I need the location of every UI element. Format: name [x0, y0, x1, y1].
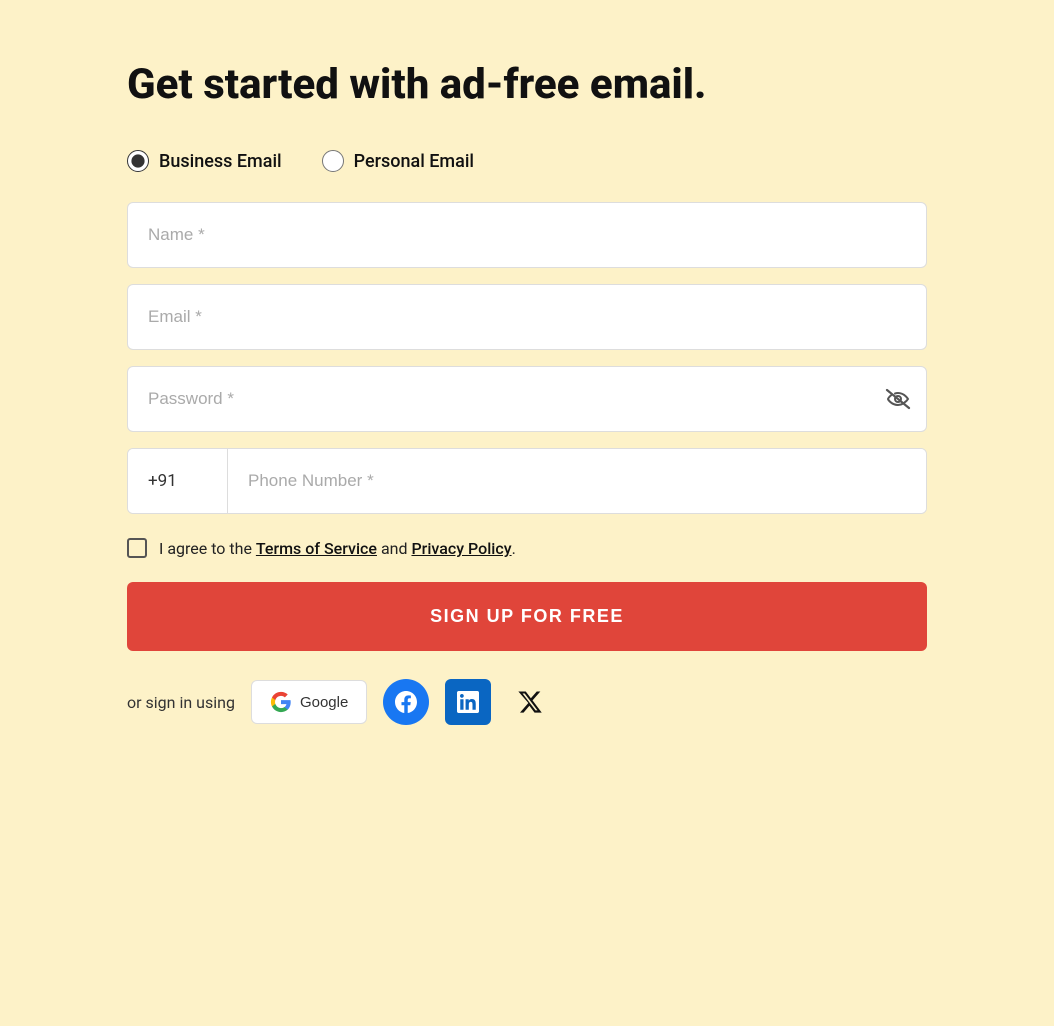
social-signin-text: or sign in using: [127, 693, 235, 712]
password-input[interactable]: [127, 366, 927, 432]
privacy-policy-link[interactable]: Privacy Policy: [411, 539, 511, 558]
toggle-password-icon[interactable]: [885, 388, 911, 410]
twitter-x-icon: [517, 689, 543, 715]
personal-email-label: Personal Email: [354, 151, 474, 172]
form-fields: +91: [127, 202, 927, 514]
phone-input[interactable]: [228, 449, 926, 513]
email-input[interactable]: [127, 284, 927, 350]
personal-email-option[interactable]: Personal Email: [322, 150, 474, 172]
signup-form-container: Get started with ad-free email. Business…: [127, 60, 927, 725]
google-signin-button[interactable]: Google: [251, 680, 367, 724]
business-email-option[interactable]: Business Email: [127, 150, 282, 172]
google-label: Google: [300, 694, 348, 711]
terms-text: I agree to the Terms of Service and Priv…: [159, 539, 516, 558]
social-signin-section: or sign in using Google: [127, 679, 927, 725]
phone-country-code: +91: [128, 449, 228, 513]
password-wrapper: [127, 366, 927, 432]
terms-of-service-link[interactable]: Terms of Service: [256, 539, 377, 558]
phone-row: +91: [127, 448, 927, 514]
terms-checkbox[interactable]: [127, 538, 147, 558]
terms-agreement-row: I agree to the Terms of Service and Priv…: [127, 538, 927, 558]
facebook-icon: [395, 691, 417, 713]
name-input[interactable]: [127, 202, 927, 268]
google-icon: [270, 691, 292, 713]
email-type-selector: Business Email Personal Email: [127, 150, 927, 172]
linkedin-signin-button[interactable]: [445, 679, 491, 725]
signup-button[interactable]: SIGN UP FOR FREE: [127, 582, 927, 651]
business-email-radio[interactable]: [127, 150, 149, 172]
page-title: Get started with ad-free email.: [127, 60, 927, 110]
business-email-label: Business Email: [159, 151, 282, 172]
linkedin-icon: [457, 691, 479, 713]
twitter-x-signin-button[interactable]: [507, 679, 553, 725]
facebook-signin-button[interactable]: [383, 679, 429, 725]
personal-email-radio[interactable]: [322, 150, 344, 172]
